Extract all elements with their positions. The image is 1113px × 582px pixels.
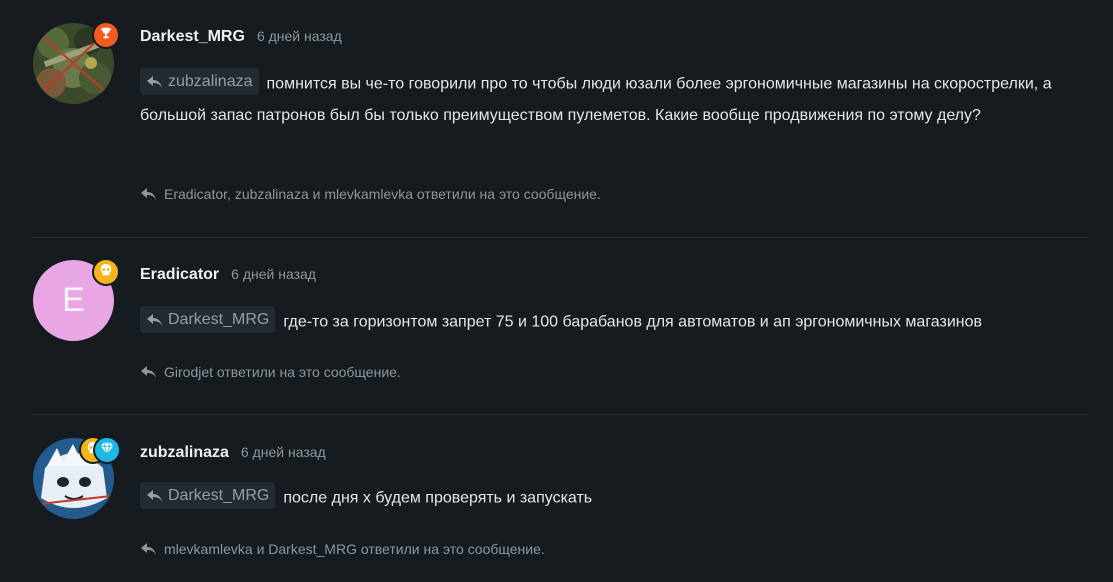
skull-badge (92, 258, 120, 286)
reply-arrow-icon (146, 75, 164, 89)
author-name[interactable]: Darkest_MRG (140, 28, 245, 46)
post-content: zubzalinaza помнится вы че-то говорили п… (140, 68, 1100, 131)
author-name[interactable]: Eradicator (140, 266, 219, 284)
post-text: помнится вы че-то говорили про то чтобы … (140, 75, 1052, 124)
post-header: Darkest_MRG 6 дней назад (140, 28, 342, 46)
diamond-badge (93, 436, 121, 464)
replies-text: mlevkamlevka и Darkest_MRG ответили на э… (164, 541, 545, 557)
replies-summary[interactable]: mlevkamlevka и Darkest_MRG ответили на э… (140, 541, 545, 557)
post-text: после дня х будем проверять и запускать (283, 489, 593, 507)
comment-post: zubzalinaza 6 дней назад Darkest_MRG пос… (0, 416, 1113, 582)
mention-username: Darkest_MRG (168, 487, 270, 504)
avatar[interactable] (33, 21, 120, 104)
post-text: где-то за горизонтом запрет 75 и 100 бар… (283, 313, 983, 331)
replies-summary[interactable]: Eradicator, zubzalinaza и mlevkamlevka о… (140, 186, 601, 202)
reply-mention[interactable]: Darkest_MRG (140, 482, 276, 509)
replies-text: Girodjet ответили на это сообщение. (164, 364, 401, 380)
post-time[interactable]: 6 дней назад (231, 266, 316, 282)
comment-post: Darkest_MRG 6 дней назад zubzalinaza пом… (0, 0, 1113, 236)
mention-username: zubzalinaza (168, 73, 253, 90)
avatar[interactable] (33, 436, 121, 519)
comment-feed: Darkest_MRG 6 дней назад zubzalinaza пом… (0, 0, 1113, 582)
reply-arrow-icon (140, 542, 158, 556)
skull-icon (99, 263, 113, 282)
avatar[interactable]: E (33, 258, 120, 341)
reply-mention[interactable]: Darkest_MRG (140, 306, 276, 333)
author-name[interactable]: zubzalinaza (140, 444, 229, 462)
post-header: Eradicator 6 дней назад (140, 266, 316, 284)
post-time[interactable]: 6 дней назад (241, 444, 326, 460)
trophy-badge (92, 21, 120, 49)
reply-mention[interactable]: zubzalinaza (140, 68, 259, 95)
reply-arrow-icon (146, 313, 164, 327)
post-header: zubzalinaza 6 дней назад (140, 444, 326, 462)
replies-text: Eradicator, zubzalinaza и mlevkamlevka о… (164, 186, 601, 202)
replies-summary[interactable]: Girodjet ответили на это сообщение. (140, 364, 401, 380)
post-content: Darkest_MRG где-то за горизонтом запрет … (140, 306, 1100, 338)
comment-post: E Eradicator 6 дней назад Darkest_MRG гд… (0, 238, 1113, 414)
mention-username: Darkest_MRG (168, 311, 270, 328)
reply-arrow-icon (140, 187, 158, 201)
post-time[interactable]: 6 дней назад (257, 28, 342, 44)
diamond-icon (100, 441, 114, 460)
reply-arrow-icon (146, 489, 164, 503)
reply-arrow-icon (140, 365, 158, 379)
trophy-icon (99, 26, 113, 45)
post-content: Darkest_MRG после дня х будем проверять … (140, 482, 1100, 514)
divider (32, 414, 1088, 415)
